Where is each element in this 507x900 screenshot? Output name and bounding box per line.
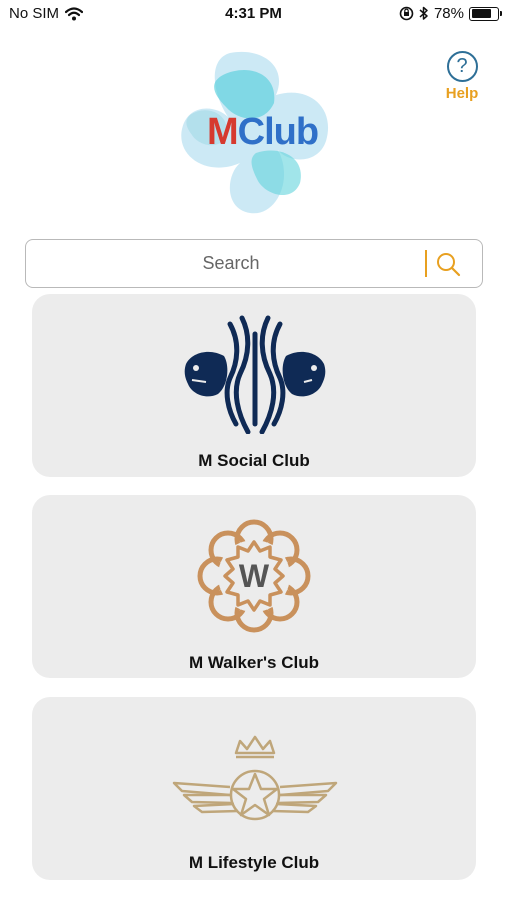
lion-emblem-icon bbox=[184, 315, 326, 434]
club-card-label[interactable]: M Social Club bbox=[32, 451, 476, 471]
battery-fill bbox=[471, 9, 491, 18]
app-logo: MClub bbox=[168, 45, 338, 225]
status-right: 78% bbox=[399, 5, 502, 22]
rotation-lock-icon bbox=[399, 6, 414, 21]
crowned-star-wings-icon bbox=[172, 735, 338, 821]
club-card-label[interactable]: M Walker's Club bbox=[32, 653, 476, 673]
svg-text:W: W bbox=[239, 558, 270, 594]
club-card-m-social[interactable]: M Social Club bbox=[32, 294, 476, 477]
help-label[interactable]: Help bbox=[446, 85, 479, 102]
battery-icon bbox=[469, 6, 502, 21]
search-divider bbox=[425, 250, 427, 277]
search-input[interactable] bbox=[36, 240, 426, 286]
club-card-m-walkers[interactable]: W M Walker's Club bbox=[32, 495, 476, 678]
logo-text: MClub bbox=[207, 111, 319, 153]
help-icon[interactable]: ? bbox=[446, 51, 478, 82]
search-bar[interactable] bbox=[25, 239, 483, 288]
w-badge-icon: W bbox=[197, 519, 311, 633]
bluetooth-icon bbox=[419, 6, 428, 20]
club-card-label[interactable]: M Lifestyle Club bbox=[32, 853, 476, 873]
club-card-m-lifestyle[interactable]: M Lifestyle Club bbox=[32, 697, 476, 880]
battery-percent: 78% bbox=[433, 5, 464, 22]
status-bar: No SIM 4:31 PM 78% bbox=[0, 0, 507, 30]
search-icon[interactable] bbox=[435, 251, 461, 277]
help-button[interactable]: ? Help bbox=[443, 51, 481, 102]
